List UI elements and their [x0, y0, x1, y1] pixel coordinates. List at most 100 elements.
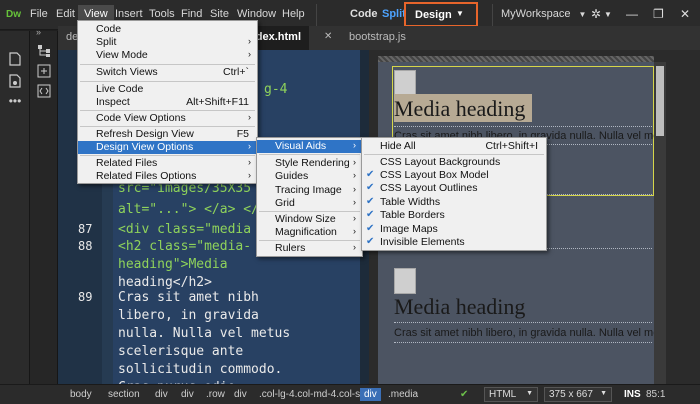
menu-item-label: Tracing Image	[275, 184, 342, 196]
line-number: 89	[78, 290, 93, 304]
media-heading[interactable]: Media heading	[394, 96, 525, 122]
menu-item-label: Rulers	[275, 242, 306, 254]
menu-item-inspect[interactable]: Inspect Alt+Shift+F11	[78, 96, 257, 109]
menu-item-css-layout-backgrounds[interactable]: CSS Layout Backgrounds	[362, 156, 546, 169]
menu-item-visual-aids[interactable]: Visual Aids ›	[257, 140, 362, 153]
document-type-select[interactable]: HTML ▼	[484, 387, 538, 402]
chevron-right-icon: ›	[248, 157, 251, 167]
tag-selector-body[interactable]: body	[70, 389, 92, 400]
dotted-guide	[394, 342, 652, 343]
window-size-select[interactable]: 375 x 667 ▼	[544, 387, 612, 402]
gear-icon[interactable]: ✲	[591, 7, 601, 21]
chevron-right-icon: ›	[353, 213, 356, 223]
menu-item-related-files-options[interactable]: Related Files Options ›	[78, 170, 257, 183]
menu-item-tracing-image[interactable]: Tracing Image ›	[257, 184, 362, 197]
dom-tree-icon[interactable]	[35, 43, 53, 59]
tag-selector-section[interactable]: section	[108, 389, 140, 400]
design-mode-button[interactable]: Design ▼	[404, 2, 478, 27]
media-paragraph[interactable]: Cras sit amet nibh libero, in gravida nu…	[394, 327, 659, 339]
code-line: alt="..."> </a> </	[118, 202, 259, 217]
menu-item-code-view-options[interactable]: Code View Options ›	[78, 112, 257, 125]
menu-tools[interactable]: Tools	[149, 8, 175, 20]
menu-item-guides[interactable]: Guides ›	[257, 170, 362, 183]
menu-item-style-rendering[interactable]: Style Rendering ›	[257, 157, 362, 170]
document-type-label: HTML	[489, 389, 517, 400]
chevron-right-icon: ›	[248, 141, 251, 151]
menu-site[interactable]: Site	[210, 8, 229, 20]
menu-item-label: Inspect	[96, 96, 130, 108]
check-status-icon[interactable]: ✔	[460, 389, 468, 400]
media-image-placeholder[interactable]	[394, 268, 416, 294]
expand-icon[interactable]: »	[36, 27, 41, 37]
menu-item-grid[interactable]: Grid ›	[257, 197, 362, 210]
checkmark-icon: ✔	[366, 236, 375, 247]
menu-separator	[80, 155, 255, 156]
menu-item-code[interactable]: Code	[78, 23, 257, 36]
code-hints-icon[interactable]	[35, 83, 53, 99]
menu-window[interactable]: Window	[237, 8, 276, 20]
insert-element-icon[interactable]	[35, 63, 53, 79]
menu-item-css-layout-outlines[interactable]: ✔ CSS Layout Outlines	[362, 182, 546, 195]
tag-selector-row[interactable]: .row	[206, 389, 225, 400]
menu-item-table-widths[interactable]: ✔ Table Widths	[362, 196, 546, 209]
status-left	[0, 384, 58, 404]
menu-edit[interactable]: Edit	[56, 8, 75, 20]
more-icon[interactable]: •••	[6, 93, 24, 109]
file-settings-icon[interactable]	[6, 73, 24, 89]
workspace-switcher[interactable]: MyWorkspace ▼	[501, 8, 586, 20]
menu-item-label: Design View Options	[96, 141, 194, 153]
code-mode-button[interactable]: Code	[350, 8, 378, 20]
close-icon[interactable]: ✕	[324, 31, 332, 42]
menu-item-rulers[interactable]: Rulers ›	[257, 242, 362, 255]
menu-item-label: Table Borders	[380, 209, 445, 221]
chevron-down-icon: ▼	[526, 390, 533, 397]
tag-selector-div-active[interactable]: div	[360, 388, 381, 401]
menu-item-table-borders[interactable]: ✔ Table Borders	[362, 209, 546, 222]
close-icon[interactable]: ✕	[680, 7, 690, 21]
tag-selector-div[interactable]: div	[155, 389, 168, 400]
menu-item-window-size[interactable]: Window Size ›	[257, 213, 362, 226]
menu-item-view-mode[interactable]: View Mode ›	[78, 49, 257, 62]
tab-bootstrap-js[interactable]: bootstrap.js	[341, 26, 414, 50]
media-heading[interactable]: Media heading	[394, 294, 525, 320]
menu-item-label: Code	[96, 23, 122, 35]
menu-item-image-maps[interactable]: ✔ Image Maps	[362, 223, 546, 236]
menu-item-design-view-options[interactable]: Design View Options ›	[78, 141, 257, 154]
menu-find[interactable]: Find	[181, 8, 202, 20]
menu-item-live-code[interactable]: Live Code	[78, 83, 257, 96]
menu-item-magnification[interactable]: Magnification ›	[257, 226, 362, 239]
menu-item-switch-views[interactable]: Switch Views Ctrl+`	[78, 66, 257, 79]
menu-item-related-files[interactable]: Related Files ›	[78, 157, 257, 170]
tag-selector-div[interactable]: div	[234, 389, 247, 400]
checkmark-icon: ✔	[366, 196, 375, 207]
media-image-placeholder[interactable]	[394, 70, 416, 96]
menu-item-label: Hide All	[380, 140, 416, 152]
code-line: <div class="media	[118, 222, 252, 237]
tag-selector-media[interactable]: .media	[388, 389, 418, 400]
window-size-label: 375 x 667	[549, 389, 593, 400]
visual-aids-menu: Hide All Ctrl+Shift+I CSS Layout Backgrou…	[361, 137, 547, 251]
menu-item-refresh-design-view[interactable]: Refresh Design View F5	[78, 128, 257, 141]
restore-icon[interactable]: ❐	[653, 7, 664, 21]
split-mode-button[interactable]: Split	[382, 8, 406, 20]
menu-item-invisible-elements[interactable]: ✔ Invisible Elements	[362, 236, 546, 249]
scrollbar-thumb[interactable]	[656, 66, 664, 136]
menu-file[interactable]: File	[30, 8, 48, 20]
file-icon[interactable]	[6, 51, 24, 67]
status-bar: body section div div .row div .col-lg-4.…	[58, 384, 700, 404]
code-line: scelerisque ante	[118, 344, 244, 359]
menu-item-label: Image Maps	[380, 223, 438, 235]
menu-item-css-layout-box-model[interactable]: ✔ CSS Layout Box Model	[362, 169, 546, 182]
code-line: Cras sit amet nibh	[118, 290, 259, 305]
menu-item-split[interactable]: Split ›	[78, 36, 257, 49]
menu-insert[interactable]: Insert	[115, 8, 143, 20]
menu-help[interactable]: Help	[282, 8, 305, 20]
design-scrollbar[interactable]	[654, 62, 666, 384]
minimize-icon[interactable]: —	[626, 7, 638, 21]
menu-item-label: CSS Layout Outlines	[380, 182, 478, 194]
menu-separator	[259, 154, 360, 155]
chevron-down-icon[interactable]: ▼	[604, 10, 612, 19]
menu-item-hide-all[interactable]: Hide All Ctrl+Shift+I	[362, 140, 546, 153]
tag-selector-div[interactable]: div	[181, 389, 194, 400]
insert-mode-indicator[interactable]: INS	[624, 389, 641, 400]
